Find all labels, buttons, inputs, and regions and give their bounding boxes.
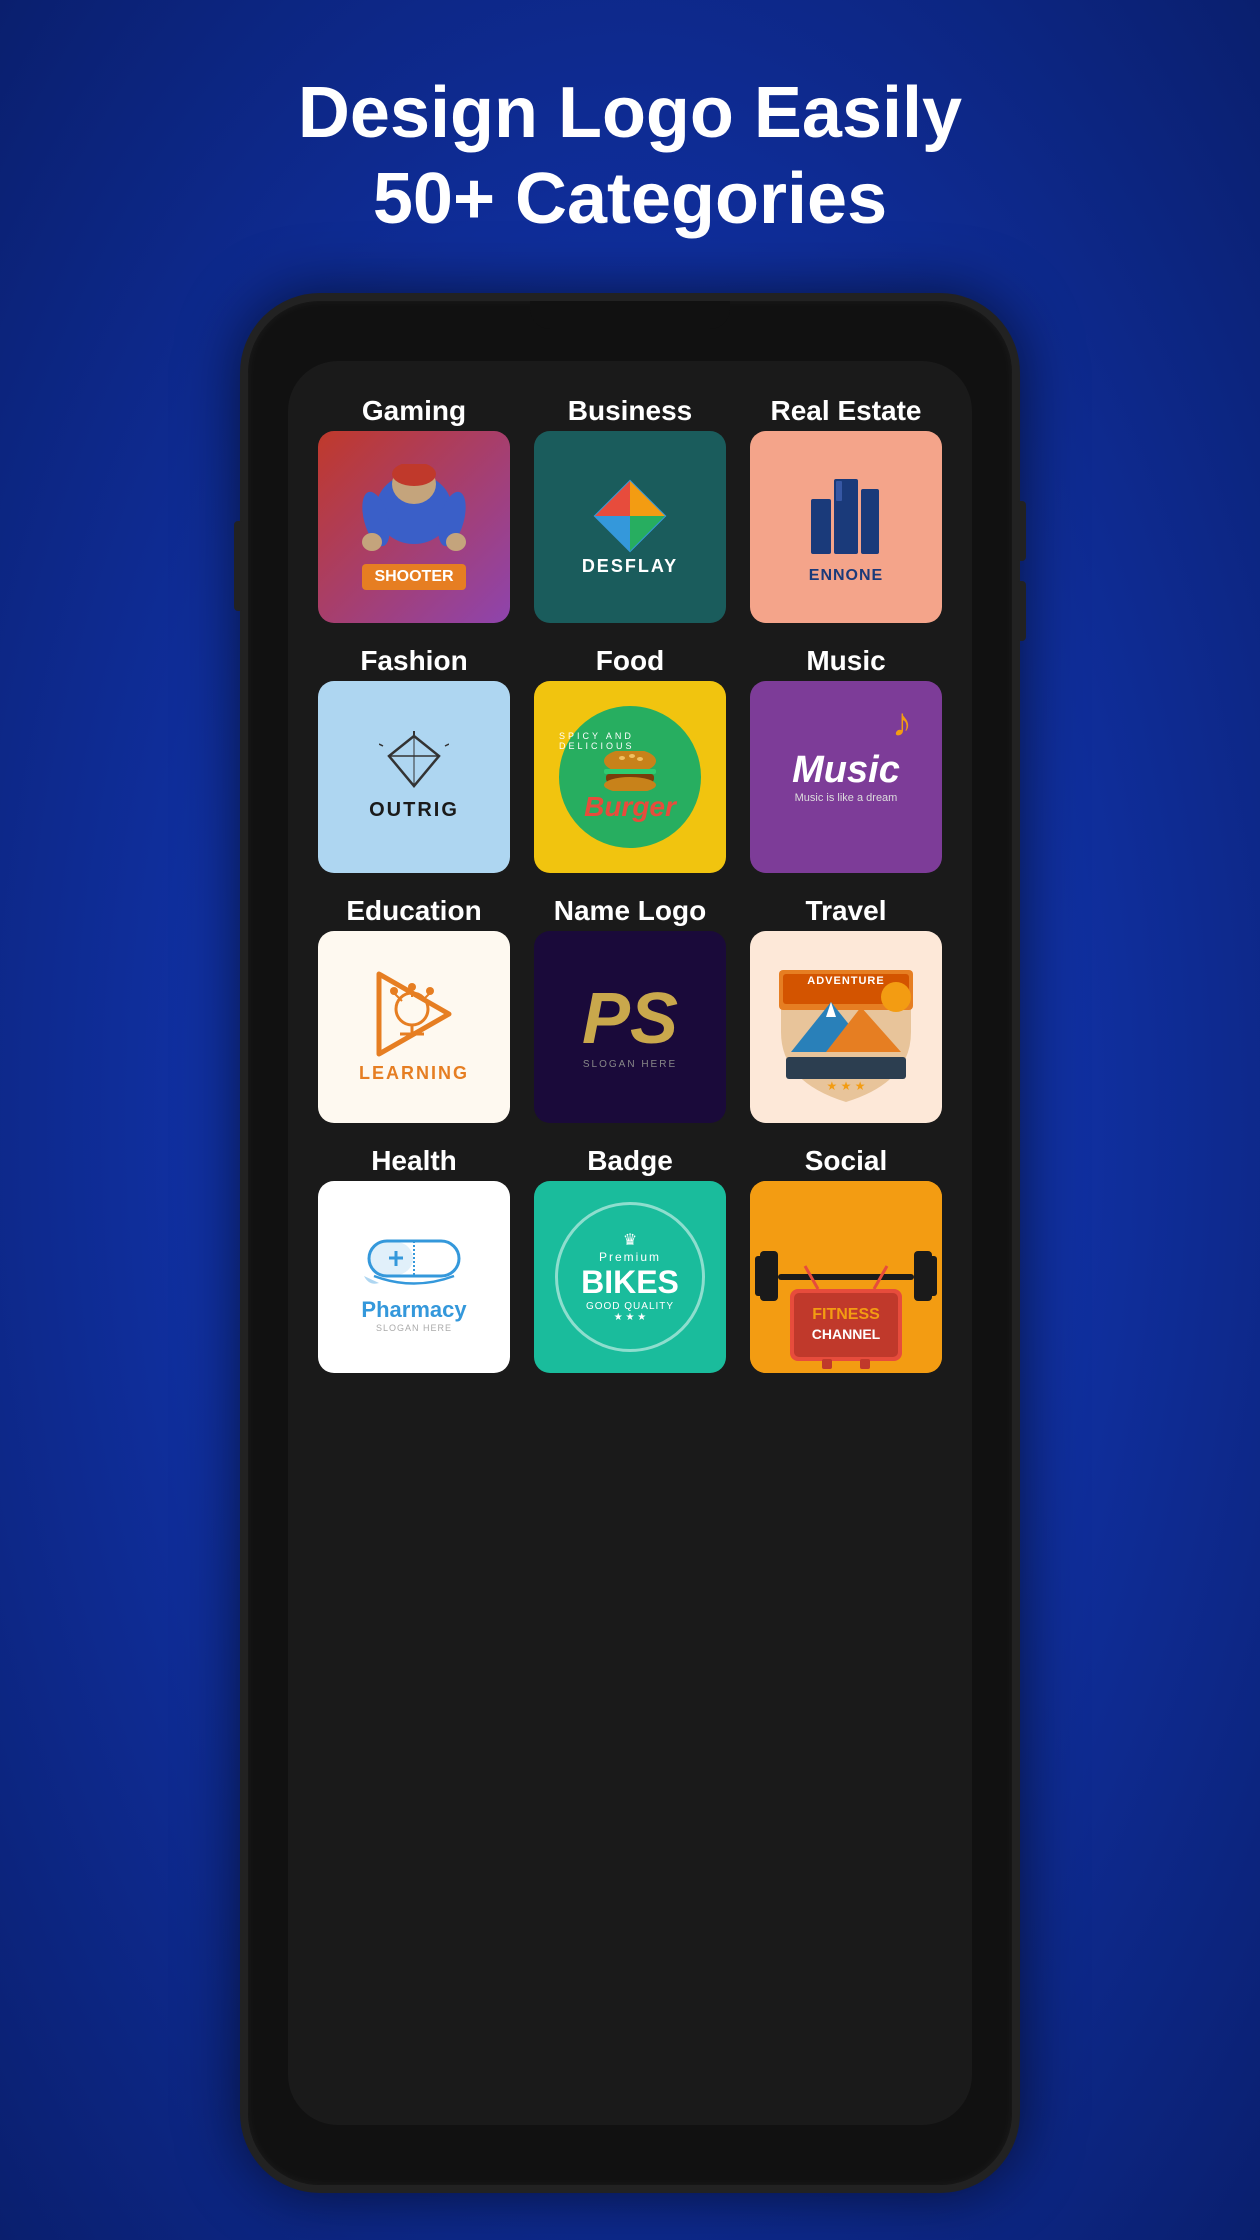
phone-notch	[530, 301, 730, 329]
health-name-text: Pharmacy	[361, 1297, 466, 1323]
category-travel-label: Travel	[806, 895, 887, 927]
phone-mockup: Gaming	[240, 293, 1020, 2193]
category-row-4: Health	[312, 1131, 948, 1373]
gaming-logo: SHOOTER	[318, 431, 510, 623]
category-row-1: Gaming	[312, 381, 948, 623]
badge-crown-icon: ♛	[623, 1230, 637, 1250]
header-title: Design Logo Easily 50+ Categories	[298, 70, 962, 243]
gaming-logo-image[interactable]: SHOOTER	[318, 431, 510, 623]
category-namelogo-label: Name Logo	[554, 895, 706, 927]
category-gaming[interactable]: Gaming	[312, 381, 516, 623]
category-business[interactable]: Business DESFLAY	[528, 381, 732, 623]
category-namelogo[interactable]: Name Logo PS SLOGAN HERE	[528, 881, 732, 1123]
category-fashion[interactable]: Fashion	[312, 631, 516, 873]
music-main-text: Music	[792, 749, 900, 792]
phone-screen: Gaming	[288, 361, 972, 2125]
category-row-2: Fashion	[312, 631, 948, 873]
vol-down-button	[1016, 581, 1026, 641]
namelogo-letters-text: PS	[582, 983, 678, 1055]
realestate-logo-image[interactable]: ENNONE	[750, 431, 942, 623]
category-realestate-label: Real Estate	[771, 395, 922, 427]
category-badge-label: Badge	[587, 1145, 673, 1177]
badge-stars: ★ ★ ★	[614, 1312, 646, 1323]
food-logo: SPICY AND DELICIOUS	[534, 681, 726, 873]
realestate-name-text: ENNONE	[809, 567, 883, 585]
business-diamond-svg	[590, 476, 670, 556]
realestate-logo: ENNONE	[750, 431, 942, 623]
category-food-label: Food	[596, 645, 664, 677]
badge-logo: ♛ Premium BIKES GOOD QUALITY ★ ★ ★	[534, 1181, 726, 1373]
category-music-label: Music	[806, 645, 885, 677]
travel-logo-image[interactable]: ★ ★ ★ ADVENTURE	[750, 931, 942, 1123]
namelogo-logo: PS SLOGAN HERE	[534, 931, 726, 1123]
category-health-label: Health	[371, 1145, 457, 1177]
category-education[interactable]: Education	[312, 881, 516, 1123]
category-fashion-label: Fashion	[360, 645, 467, 677]
badge-bikes-text: BIKES	[581, 1264, 679, 1301]
business-name-text: DESFLAY	[582, 556, 678, 577]
svg-text:★ ★ ★: ★ ★ ★	[827, 1079, 866, 1093]
category-gaming-label: Gaming	[362, 395, 466, 427]
svg-text:ADVENTURE: ADVENTURE	[807, 975, 884, 987]
food-circle: SPICY AND DELICIOUS	[555, 702, 705, 852]
category-travel[interactable]: Travel	[744, 881, 948, 1123]
fashion-logo: OUTRIG	[318, 681, 510, 873]
food-logo-image[interactable]: SPICY AND DELICIOUS	[534, 681, 726, 873]
category-badge[interactable]: Badge ♛ Premium BIKES GOOD QUALITY ★ ★ ★	[528, 1131, 732, 1373]
burger-svg	[600, 751, 660, 791]
education-name-text: LEARNING	[359, 1063, 469, 1084]
music-note-icon: ♪	[892, 701, 912, 746]
social-logo: FITNESS CHANNEL	[750, 1181, 942, 1373]
business-logo-image[interactable]: DESFLAY	[534, 431, 726, 623]
health-slogan-text: SLOGAN HERE	[376, 1323, 452, 1333]
realestate-buildings-svg	[806, 469, 886, 559]
category-social-label: Social	[805, 1145, 887, 1177]
category-business-label: Business	[568, 395, 693, 427]
badge-quality-text: GOOD QUALITY	[586, 1301, 674, 1312]
food-text-top: SPICY AND DELICIOUS	[559, 731, 701, 751]
category-social[interactable]: Social	[744, 1131, 948, 1373]
travel-logo: ★ ★ ★ ADVENTURE	[750, 931, 942, 1123]
education-logo: LEARNING	[318, 931, 510, 1123]
education-play-svg	[364, 969, 464, 1059]
fashion-name-text: OUTRIG	[369, 799, 459, 822]
education-logo-image[interactable]: LEARNING	[318, 931, 510, 1123]
category-row-3: Education	[312, 881, 948, 1123]
business-logo: DESFLAY	[534, 431, 726, 623]
fashion-diamond-svg	[379, 731, 449, 791]
category-education-label: Education	[346, 895, 481, 927]
social-logo-image[interactable]: FITNESS CHANNEL	[750, 1181, 942, 1373]
namelogo-logo-image[interactable]: PS SLOGAN HERE	[534, 931, 726, 1123]
music-logo-image[interactable]: ♪ Music Music is like a dream	[750, 681, 942, 873]
vol-up-button	[1016, 501, 1026, 561]
fashion-logo-image[interactable]: OUTRIG	[318, 681, 510, 873]
namelogo-slogan-text: SLOGAN HERE	[583, 1059, 677, 1070]
badge-logo-image[interactable]: ♛ Premium BIKES GOOD QUALITY ★ ★ ★	[534, 1181, 726, 1373]
gaming-badge-text: SHOOTER	[362, 564, 465, 590]
food-name-text: Burger	[584, 791, 676, 823]
svg-text:CHANNEL: CHANNEL	[812, 1326, 881, 1342]
category-music[interactable]: Music ♪ Music Music is like a dream	[744, 631, 948, 873]
pharmacy-svg	[354, 1221, 474, 1291]
health-logo: Pharmacy SLOGAN HERE	[318, 1181, 510, 1373]
category-food[interactable]: Food SPICY AND DELICIOUS	[528, 631, 732, 873]
badge-circle: ♛ Premium BIKES GOOD QUALITY ★ ★ ★	[555, 1202, 705, 1352]
header-section: Design Logo Easily 50+ Categories	[298, 0, 962, 243]
health-logo-image[interactable]: Pharmacy SLOGAN HERE	[318, 1181, 510, 1373]
social-barbell-svg: FITNESS CHANNEL	[750, 1181, 942, 1373]
power-button	[234, 521, 244, 611]
svg-text:FITNESS: FITNESS	[812, 1306, 880, 1323]
music-logo: ♪ Music Music is like a dream	[750, 681, 942, 873]
category-health[interactable]: Health	[312, 1131, 516, 1373]
gaming-character-svg	[354, 464, 474, 574]
travel-adventure-svg: ★ ★ ★ ADVENTURE	[761, 942, 931, 1112]
music-sub-text: Music is like a dream	[795, 792, 898, 804]
category-realestate[interactable]: Real Estate ENNONE	[744, 381, 948, 623]
badge-premium-text: Premium	[599, 1250, 661, 1264]
